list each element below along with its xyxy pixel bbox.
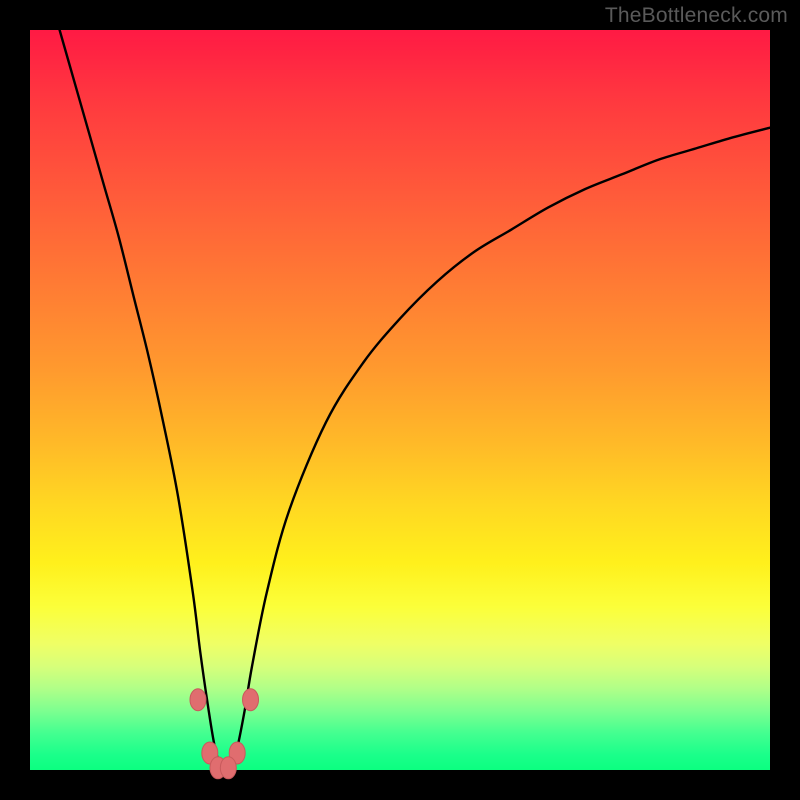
bottleneck-curve-svg (30, 30, 770, 770)
curve-markers (190, 689, 259, 779)
plot-area (30, 30, 770, 770)
watermark-text: TheBottleneck.com (605, 4, 788, 28)
bottleneck-curve-path (60, 30, 770, 773)
curve-marker (243, 689, 259, 711)
chart-frame: TheBottleneck.com (0, 0, 800, 800)
curve-marker (190, 689, 206, 711)
curve-marker (220, 757, 236, 779)
